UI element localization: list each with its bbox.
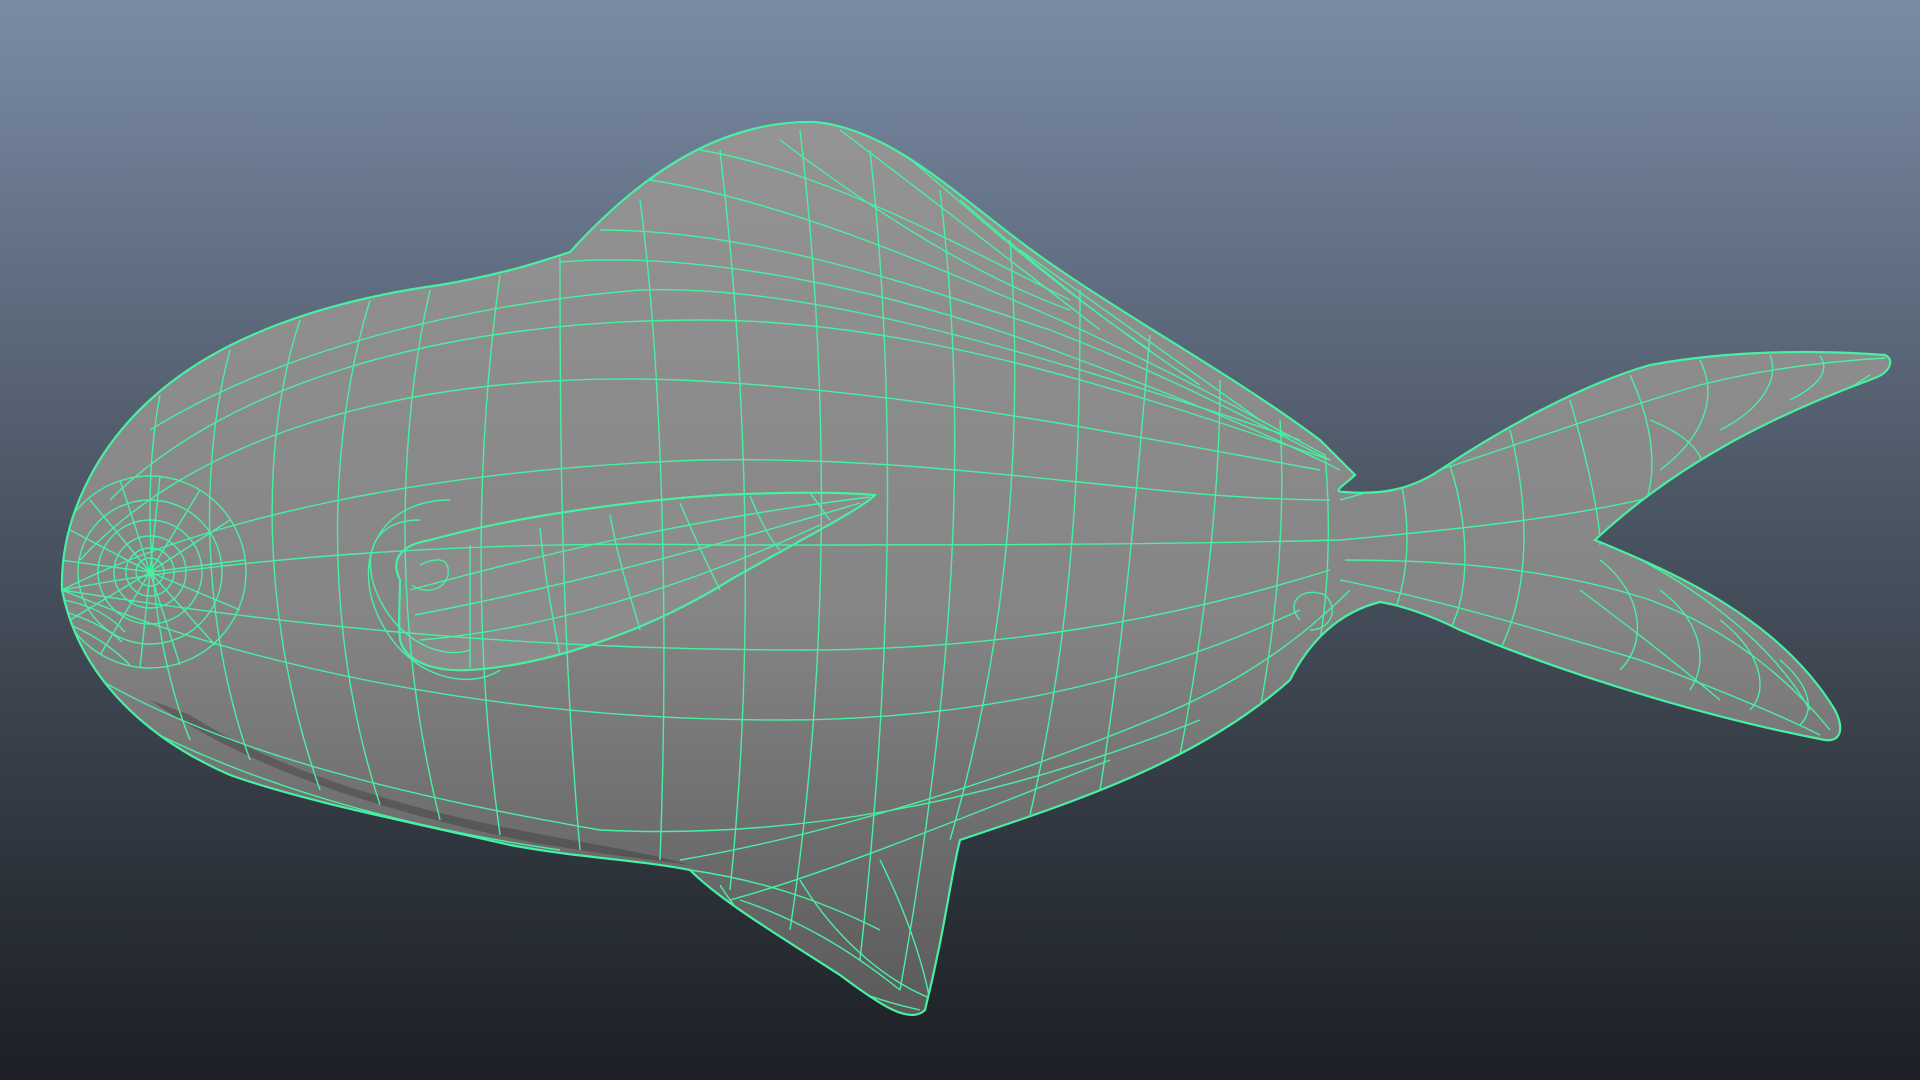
fish-body-surface [60, 120, 1892, 1017]
3d-viewport[interactable] [0, 0, 1920, 1080]
fish-surface[interactable] [60, 120, 1892, 1017]
viewport-scene[interactable] [0, 0, 1920, 1080]
